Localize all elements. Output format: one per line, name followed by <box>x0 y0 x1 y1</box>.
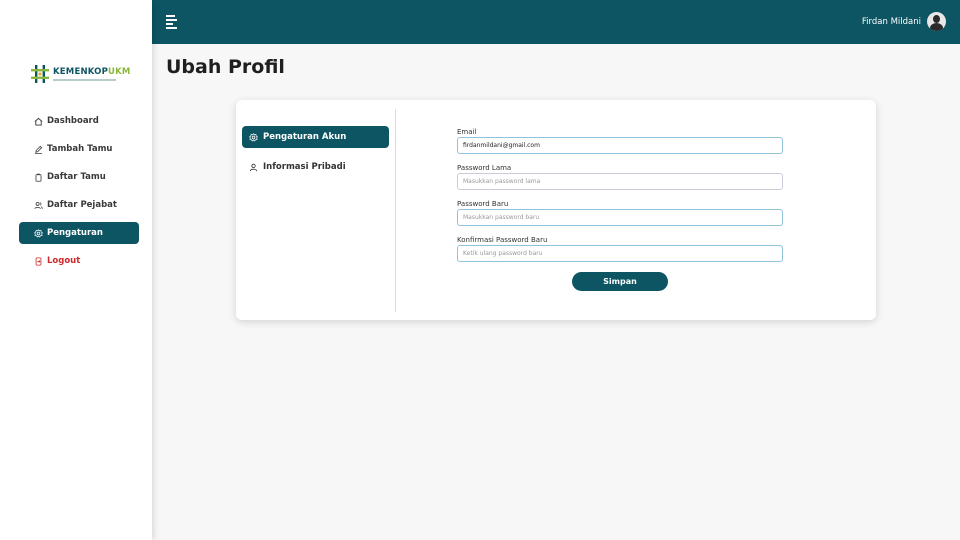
email-field[interactable] <box>457 137 783 154</box>
top-bar: Firdan Mildani <box>152 0 960 44</box>
sidebar-item-pengaturan[interactable]: Pengaturan <box>19 222 139 244</box>
logo-text-kemenkop: KEMENKOP <box>53 66 109 77</box>
new-password-field[interactable] <box>457 209 783 226</box>
logout-icon <box>33 256 43 266</box>
user-menu[interactable]: Firdan Mildani <box>862 12 946 31</box>
sidebar: KEMENKOPUKM Dashboard Tambah Tamu Daftar… <box>0 0 152 540</box>
save-button[interactable]: Simpan <box>572 272 668 291</box>
pencil-icon <box>33 144 43 154</box>
tab-label: Informasi Pribadi <box>263 162 346 172</box>
sidebar-item-daftar-tamu[interactable]: Daftar Tamu <box>19 166 139 188</box>
sidebar-item-label: Pengaturan <box>47 228 103 238</box>
account-settings-form: Email Password Lama Password Baru Konfir… <box>457 128 783 291</box>
sidebar-item-daftar-pejabat[interactable]: Daftar Pejabat <box>19 194 139 216</box>
users-icon <box>33 200 43 210</box>
menu-toggle-icon[interactable] <box>166 15 179 29</box>
logo: KEMENKOPUKM <box>30 64 131 84</box>
new-password-label: Password Baru <box>457 200 509 208</box>
tab-pengaturan-akun[interactable]: Pengaturan Akun <box>242 126 389 148</box>
tab-informasi-pribadi[interactable]: Informasi Pribadi <box>242 156 389 178</box>
old-password-label: Password Lama <box>457 164 512 172</box>
confirm-password-field[interactable] <box>457 245 783 262</box>
logo-text-ukm: UKM <box>108 66 131 77</box>
sidebar-item-label: Logout <box>47 256 81 266</box>
old-password-field[interactable] <box>457 173 783 190</box>
user-name: Firdan Mildani <box>861 16 921 27</box>
avatar[interactable] <box>927 12 946 31</box>
profile-card: Pengaturan Akun Informasi Pribadi Email … <box>236 100 876 320</box>
sidebar-item-tambah-tamu[interactable]: Tambah Tamu <box>19 138 139 160</box>
tab-label: Pengaturan Akun <box>263 132 347 142</box>
sidebar-item-logout[interactable]: Logout <box>19 250 139 272</box>
logo-icon <box>30 64 50 84</box>
gear-icon <box>33 228 43 238</box>
gear-icon <box>248 132 258 142</box>
sidebar-item-label: Dashboard <box>47 116 99 126</box>
sidebar-item-label: Tambah Tamu <box>47 144 113 154</box>
clipboard-icon <box>33 172 43 182</box>
sidebar-item-label: Daftar Pejabat <box>47 200 117 210</box>
sidebar-item-dashboard[interactable]: Dashboard <box>19 110 139 132</box>
page-title: Ubah Profil <box>166 56 285 78</box>
confirm-password-label: Konfirmasi Password Baru <box>457 236 548 244</box>
home-icon <box>33 116 43 126</box>
divider <box>395 109 396 312</box>
user-icon <box>248 162 258 172</box>
logo-tagline <box>53 78 116 81</box>
sidebar-nav: Dashboard Tambah Tamu Daftar Tamu Daftar… <box>19 110 139 278</box>
email-label: Email <box>457 128 477 136</box>
sidebar-item-label: Daftar Tamu <box>47 172 106 182</box>
